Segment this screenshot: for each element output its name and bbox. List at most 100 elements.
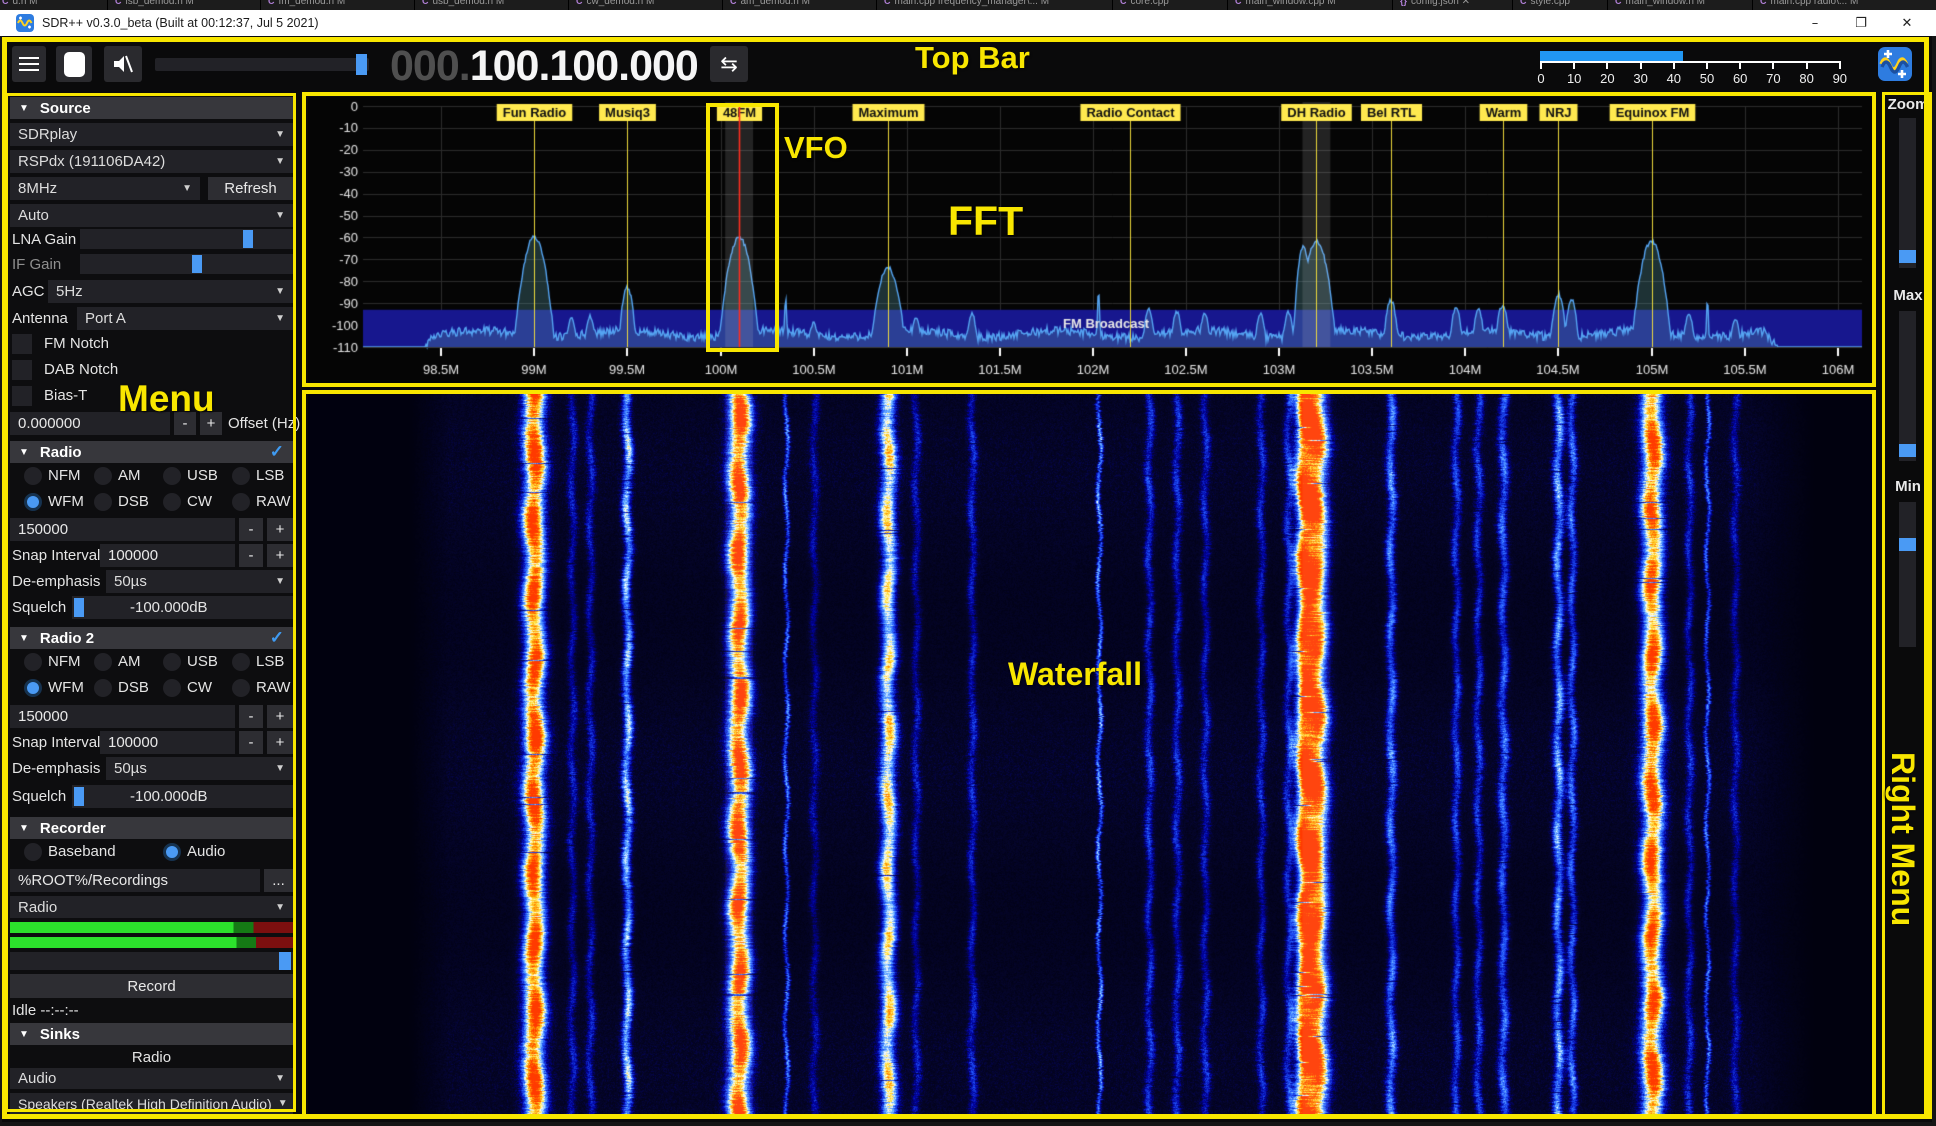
refresh-button[interactable]: Refresh <box>208 177 293 200</box>
sink-device-select[interactable]: Speakers (Realtek High Definition Audio)… <box>10 1093 293 1114</box>
mode-radio-lsb[interactable] <box>232 653 250 671</box>
recorder-audio-label[interactable]: Audio <box>187 842 225 862</box>
deemphasis-select[interactable]: 50µs▼ <box>106 570 293 593</box>
bandwidth-minus-button[interactable]: - <box>239 518 263 541</box>
if-gain-handle[interactable] <box>192 255 202 273</box>
agc-select[interactable]: 5Hz▼ <box>48 280 293 303</box>
snap-interval-input[interactable]: 100000 <box>100 544 235 567</box>
vscode-tab[interactable]: Cmain.cpp frequency_manager\... M <box>884 0 1049 7</box>
offset-minus-button[interactable]: - <box>174 412 196 435</box>
offset-plus-button[interactable]: + <box>200 412 222 435</box>
bandwidth-select[interactable]: Auto▼ <box>10 204 293 227</box>
min-slider-handle[interactable] <box>1899 538 1916 551</box>
sdrpp-logo-button[interactable] <box>1878 47 1912 81</box>
recorder-section-header[interactable]: ▼ Recorder <box>10 817 293 839</box>
mode-label[interactable]: RAW <box>256 678 290 698</box>
mode-radio-am[interactable] <box>94 653 112 671</box>
sinks-section-header[interactable]: ▼ Sinks <box>10 1023 293 1045</box>
source-driver-select[interactable]: SDRplay▼ <box>10 123 293 146</box>
minimize-button[interactable]: – <box>1792 10 1838 36</box>
recorder-volume-slider[interactable] <box>10 952 293 970</box>
bandwidth-plus-button[interactable]: + <box>267 705 293 728</box>
volume-slider-handle[interactable] <box>356 54 367 75</box>
deemphasis-select[interactable]: 50µs▼ <box>106 757 293 780</box>
mode-label[interactable]: LSB <box>256 652 284 672</box>
mode-radio-cw[interactable] <box>163 493 181 511</box>
source-device-select[interactable]: RSPdx (191106DA42)▼ <box>10 150 293 173</box>
mode-radio-cw[interactable] <box>163 679 181 697</box>
offset-input[interactable]: 0.000000 <box>10 412 170 435</box>
snap-plus-button[interactable]: + <box>267 731 293 754</box>
bandwidth-plus-button[interactable]: + <box>267 518 293 541</box>
vscode-tab[interactable]: Cstyle.cpp <box>1520 0 1570 7</box>
recorder-audio-radio-selected[interactable] <box>163 843 181 861</box>
lna-gain-slider[interactable] <box>80 229 293 249</box>
vscode-tab[interactable]: {}config.json ✕ <box>1400 0 1470 7</box>
snap-minus-button[interactable]: - <box>239 731 263 754</box>
waterfall-display[interactable] <box>308 394 1873 1116</box>
stop-button[interactable] <box>56 46 92 82</box>
frequency-display[interactable]: 000.100.100.000 <box>390 42 698 91</box>
lna-gain-handle[interactable] <box>243 230 253 248</box>
samplerate-select[interactable]: 8MHz▼ <box>10 177 200 200</box>
mode-radio-usb[interactable] <box>163 653 181 671</box>
mode-radio-nfm[interactable] <box>24 467 42 485</box>
mode-radio-dsb[interactable] <box>94 493 112 511</box>
max-slider[interactable] <box>1899 311 1916 461</box>
recorder-baseband-label[interactable]: Baseband <box>48 842 116 862</box>
zoom-slider-handle[interactable] <box>1899 250 1916 263</box>
dab-notch-checkbox[interactable] <box>12 360 32 380</box>
vscode-tab[interactable]: Cmain_window.h M <box>1615 0 1705 7</box>
radio2-section-header[interactable]: ▼ Radio 2 ✓ <box>10 627 293 649</box>
close-button[interactable]: ✕ <box>1884 10 1930 36</box>
radio-bandwidth-input[interactable]: 150000 <box>10 518 235 541</box>
vscode-tab[interactable]: Cam_demod.h M <box>730 0 810 7</box>
mode-label[interactable]: AM <box>118 466 141 486</box>
vscode-tab[interactable]: Cmain_window.cpp M <box>1235 0 1336 7</box>
mode-label[interactable]: NFM <box>48 652 81 672</box>
recorder-stream-select[interactable]: Radio▼ <box>10 896 293 918</box>
mode-radio-nfm[interactable] <box>24 653 42 671</box>
source-section-header[interactable]: ▼ Source <box>10 97 293 119</box>
snap-interval-input[interactable]: 100000 <box>100 731 235 754</box>
mode-label[interactable]: LSB <box>256 466 284 486</box>
mute-button[interactable] <box>104 46 142 82</box>
mode-label[interactable]: DSB <box>118 678 149 698</box>
mode-radio-dsb[interactable] <box>94 679 112 697</box>
mode-radio-raw[interactable] <box>232 493 250 511</box>
mode-label[interactable]: CW <box>187 492 212 512</box>
antenna-select[interactable]: Port A▼ <box>77 307 293 330</box>
vscode-tab[interactable]: Ccw_demod.h M <box>576 0 654 7</box>
if-gain-slider[interactable] <box>80 254 293 274</box>
squelch-handle[interactable] <box>74 787 84 806</box>
recording-path-input[interactable]: %ROOT%/Recordings <box>10 869 260 892</box>
mode-label[interactable]: DSB <box>118 492 149 512</box>
maximize-button[interactable]: ❐ <box>1838 10 1884 36</box>
squelch-handle[interactable] <box>74 598 84 617</box>
recorder-volume-handle[interactable] <box>279 952 291 970</box>
zoom-slider[interactable] <box>1899 118 1916 268</box>
menu-toggle-button[interactable] <box>12 46 46 82</box>
mode-radio-raw[interactable] <box>232 679 250 697</box>
mode-label[interactable]: CW <box>187 678 212 698</box>
vscode-tab[interactable]: Ccore.cpp <box>1120 0 1169 7</box>
snap-minus-button[interactable]: - <box>239 544 263 567</box>
mode-label[interactable]: USB <box>187 652 218 672</box>
mode-label[interactable]: NFM <box>48 466 81 486</box>
vscode-tab[interactable]: Cusb_demod.h M <box>422 0 504 7</box>
max-slider-handle[interactable] <box>1899 444 1916 457</box>
fm-notch-checkbox[interactable] <box>12 334 32 354</box>
vscode-tab[interactable]: Cmain.cpp radio\... M <box>1760 0 1858 7</box>
radio-section-header[interactable]: ▼ Radio ✓ <box>10 441 293 463</box>
mode-radio-lsb[interactable] <box>232 467 250 485</box>
fft-display[interactable] <box>308 97 1873 385</box>
record-button[interactable]: Record <box>10 974 293 998</box>
vscode-tab[interactable]: Cfm_demod.h M <box>268 0 345 7</box>
mode-radio-wfm-selected[interactable] <box>24 679 42 697</box>
snap-plus-button[interactable]: + <box>267 544 293 567</box>
volume-slider[interactable] <box>155 58 369 71</box>
mode-radio-wfm-selected[interactable] <box>24 493 42 511</box>
mode-label[interactable]: WFM <box>48 492 84 512</box>
sink-type-select[interactable]: Audio▼ <box>10 1068 293 1089</box>
tuning-mode-button[interactable]: ⇆ <box>710 46 748 82</box>
